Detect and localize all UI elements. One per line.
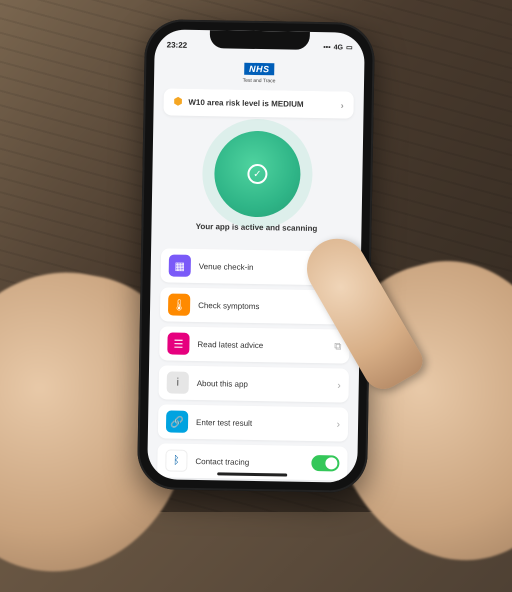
app-header: NHS Test and Trace — [154, 55, 365, 92]
thermometer-icon: 🌡 — [168, 293, 190, 315]
chevron-right-icon: › — [337, 380, 341, 391]
menu-item-read-advice[interactable]: ☰ Read latest advice ⧉ — [159, 326, 350, 363]
menu-label: About this app — [197, 378, 248, 388]
header-subtitle: Test and Trace — [154, 76, 364, 86]
location-pin-icon: ⬢ — [174, 97, 183, 108]
external-link-icon: ⧉ — [334, 341, 341, 352]
info-icon: i — [167, 371, 189, 393]
battery-icon: ▭ — [346, 44, 353, 52]
scan-status-section: ✓ Your app is active and scanning — [161, 115, 353, 241]
menu-item-about[interactable]: i About this app › — [158, 365, 349, 402]
scan-status-text: Your app is active and scanning — [161, 221, 351, 233]
checkmark-icon: ✓ — [247, 164, 267, 184]
contact-tracing-toggle[interactable] — [311, 455, 339, 471]
qr-icon: ▦ — [169, 254, 191, 276]
menu-label: Check symptoms — [198, 300, 260, 310]
network-label: 4G — [334, 44, 343, 51]
menu-label: Read latest advice — [197, 339, 263, 349]
phone-notch — [210, 30, 310, 50]
chevron-right-icon: › — [337, 419, 341, 430]
news-icon: ☰ — [167, 332, 189, 354]
nhs-logo: NHS — [244, 63, 275, 76]
menu-label: Enter test result — [196, 417, 252, 427]
bluetooth-icon: ᛒ — [165, 449, 187, 471]
status-right: ▪▪▪ 4G ▭ — [323, 43, 353, 52]
link-icon: 🔗 — [166, 410, 188, 432]
risk-level-text: W10 area risk level is MEDIUM — [188, 98, 303, 109]
menu-label: Contact tracing — [195, 456, 249, 466]
signal-icon: ▪▪▪ — [323, 44, 331, 51]
menu-label: Venue check-in — [199, 262, 254, 272]
risk-level-card[interactable]: ⬢ W10 area risk level is MEDIUM › — [163, 88, 353, 118]
menu-item-enter-result[interactable]: 🔗 Enter test result › — [158, 404, 349, 441]
chevron-right-icon: › — [341, 100, 344, 110]
status-time: 23:22 — [167, 40, 188, 49]
scan-status-circle: ✓ — [214, 130, 301, 217]
